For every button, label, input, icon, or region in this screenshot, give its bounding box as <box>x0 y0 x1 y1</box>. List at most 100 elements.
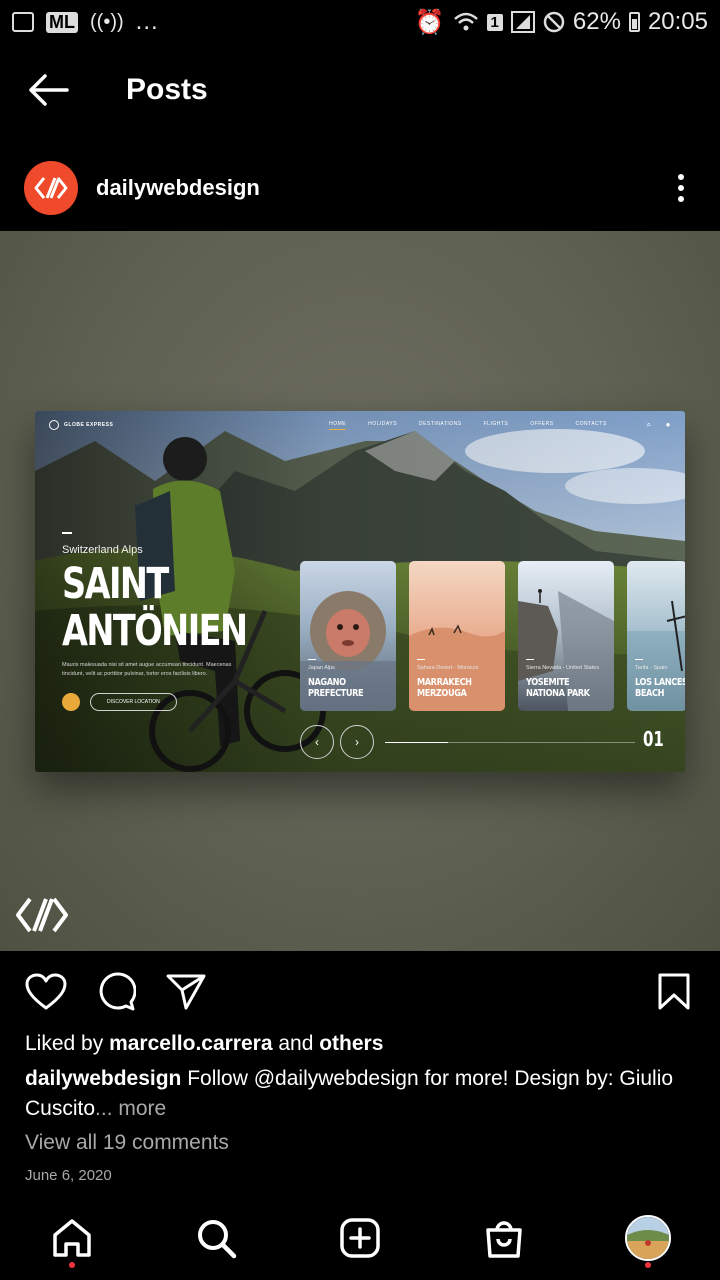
card-location: Sierra Nevada - United States <box>526 659 600 671</box>
mock-cta: DISCOVER LOCATION <box>62 693 177 711</box>
mock-title: SAINT ANTÖNIEN <box>62 559 248 656</box>
mock-card: Japan Alps NAGANO PREFECTURE <box>300 561 396 711</box>
post-actions <box>0 962 720 1022</box>
comment-button[interactable] <box>94 970 138 1014</box>
mock-nav-link: DESTINATIONS <box>419 420 462 427</box>
share-button[interactable] <box>164 970 208 1014</box>
dnd-icon <box>543 11 565 33</box>
status-bar: ML ((•)) ... ⏰ 1 62% 20:05 <box>0 0 720 44</box>
mock-slider-controls: ‹ › <box>300 725 374 759</box>
mock-cards: Japan Alps NAGANO PREFECTURE Sahara Deser… <box>300 561 685 711</box>
shop-icon <box>486 1221 522 1258</box>
bookmark-icon <box>658 973 690 1010</box>
mock-brand-name: GLOBE EXPRESS <box>64 422 114 428</box>
mock-brand: GLOBE EXPRESS <box>49 420 113 430</box>
nav-profile[interactable] <box>624 1214 672 1268</box>
notification-dot <box>645 1262 651 1268</box>
likes-middle: and <box>272 1032 320 1055</box>
profile-photo <box>627 1217 669 1259</box>
mock-nav-link: OFFERS <box>530 420 554 427</box>
mock-prev-icon: ‹ <box>300 725 334 759</box>
search-icon <box>198 1220 237 1259</box>
more-dot-icon <box>678 174 684 180</box>
notification-dot <box>69 1262 75 1268</box>
hotspot-icon: ((•)) <box>90 10 124 33</box>
liker-username[interactable]: marcello.carrera <box>109 1032 272 1055</box>
status-more: ... <box>135 8 159 35</box>
alarm-icon: ⏰ <box>414 8 445 36</box>
save-button[interactable] <box>652 970 696 1014</box>
post-date: June 6, 2020 <box>25 1167 112 1184</box>
create-icon <box>340 1218 380 1258</box>
mock-card: Sierra Nevada - United States YOSEMITE NA… <box>518 561 614 711</box>
gallery-icon <box>12 12 34 32</box>
wifi-icon <box>453 12 478 31</box>
battery-icon <box>628 12 640 32</box>
likes-others[interactable]: others <box>319 1032 383 1055</box>
mock-title-line: SAINT <box>62 559 169 609</box>
home-icon <box>53 1219 91 1257</box>
mock-nav-link: HOME <box>329 421 347 430</box>
arrow-left-icon <box>29 74 69 106</box>
mock-progress-fill <box>385 742 448 743</box>
likes-text[interactable]: Liked by marcello.carrera and others <box>25 1032 383 1056</box>
more-dot-icon <box>678 185 684 191</box>
mock-nav-link: HOLIDAYS <box>368 420 398 427</box>
mock-user-icon: ● <box>665 420 671 429</box>
header: Posts <box>0 56 720 124</box>
card-name: LOS LANCES BEACH <box>635 677 685 699</box>
post-image[interactable]: GLOBE EXPRESS HOME HOLIDAYS DESTINATIONS… <box>0 231 720 951</box>
mock-progress-bar <box>385 742 635 743</box>
page-title: Posts <box>126 73 208 106</box>
mock-card: Sahara Desert - Morocco MARRAKECH MERZOUG… <box>409 561 505 711</box>
globe-icon <box>49 420 59 430</box>
signal-icon <box>510 11 535 33</box>
card-location: Japan Alps <box>308 659 335 671</box>
website-mockup: GLOBE EXPRESS HOME HOLIDAYS DESTINATIONS… <box>35 411 685 772</box>
brand-logo-icon <box>34 177 68 199</box>
back-button[interactable] <box>0 56 96 124</box>
more-options-button[interactable] <box>666 168 696 208</box>
mock-subtitle: Switzerland Alps <box>62 532 143 556</box>
author-avatar[interactable] <box>24 161 78 215</box>
caption-author[interactable]: dailywebdesign <box>25 1067 181 1090</box>
mock-description: Mauris malesuada nisi sit amet augue acc… <box>62 662 232 677</box>
battery-percent: 62% <box>572 8 621 35</box>
ml-icon: ML <box>46 11 78 33</box>
brand-watermark-icon <box>16 897 68 933</box>
card-name: YOSEMITE NATIONA PARK <box>526 677 590 699</box>
heart-icon <box>25 973 67 1010</box>
mock-card: Tarifa - Spain LOS LANCES BEACH <box>627 561 685 711</box>
card-location: Tarifa - Spain <box>635 659 668 671</box>
bottom-nav <box>0 1200 720 1280</box>
comment-icon <box>99 972 136 1011</box>
view-comments-link[interactable]: View all 19 comments <box>25 1131 229 1155</box>
likes-prefix: Liked by <box>25 1032 110 1055</box>
card-name: MARRAKECH MERZOUGA <box>417 677 472 699</box>
card-location: Sahara Desert - Morocco <box>417 659 479 671</box>
nav-home[interactable] <box>48 1214 96 1268</box>
nav-search[interactable] <box>192 1214 240 1262</box>
mock-discover-button: DISCOVER LOCATION <box>90 693 177 711</box>
mock-page-number: 01 <box>643 727 664 751</box>
sim-icon: 1 <box>486 13 503 31</box>
author-username[interactable]: dailywebdesign <box>96 175 260 201</box>
caption: dailywebdesign Follow @dailywebdesign fo… <box>25 1064 705 1124</box>
like-button[interactable] <box>24 970 68 1014</box>
caption-more-link[interactable]: ... more <box>95 1097 166 1120</box>
card-name: NAGANO PREFECTURE <box>308 677 364 699</box>
mock-nav-links: HOME HOLIDAYS DESTINATIONS FLIGHTS OFFER… <box>329 421 607 430</box>
post-header: dailywebdesign <box>0 146 720 230</box>
mock-next-icon: › <box>340 725 374 759</box>
send-icon <box>166 974 206 1010</box>
mock-navbar: GLOBE EXPRESS HOME HOLIDAYS DESTINATIONS… <box>35 411 685 439</box>
nav-shop[interactable] <box>480 1214 528 1262</box>
mock-title-line: ANTÖNIEN <box>62 606 248 656</box>
mock-search-icon: ⌕ <box>646 420 652 429</box>
clock: 20:05 <box>647 8 708 35</box>
mock-nav-link: CONTACTS <box>575 420 607 427</box>
nav-create[interactable] <box>336 1214 384 1262</box>
mock-nav-link: FLIGHTS <box>483 420 509 427</box>
more-dot-icon <box>678 196 684 202</box>
bookmark-badge-icon <box>62 693 80 711</box>
